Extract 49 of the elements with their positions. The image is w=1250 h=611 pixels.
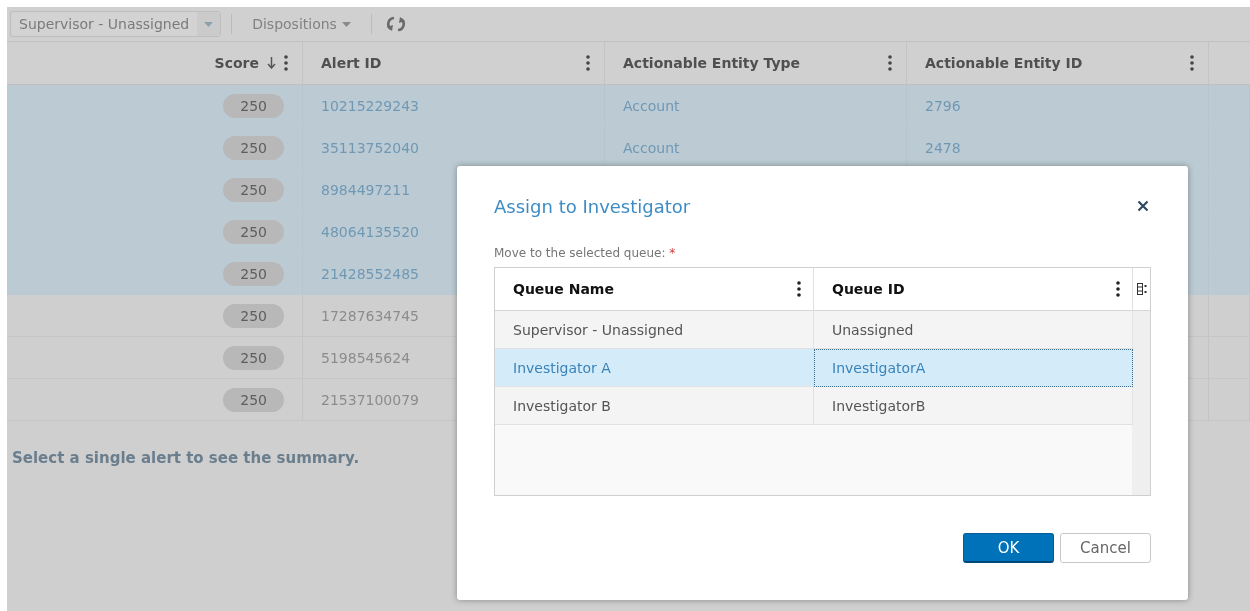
score-badge: 250: [223, 303, 284, 328]
score-badge: 250: [223, 177, 284, 202]
column-header[interactable]: Alert ID: [303, 42, 605, 84]
table-row[interactable]: 250 10215229243 Account 2796: [7, 85, 1250, 127]
kebab-menu-icon[interactable]: [797, 281, 801, 297]
dialog-title: Assign to Investigator: [494, 195, 691, 217]
table-cell: Account: [623, 97, 680, 114]
score-badge: 250: [223, 93, 284, 118]
table-cell: 17287634745: [321, 307, 419, 324]
queue-dropdown[interactable]: Supervisor - Unassigned: [10, 11, 222, 37]
table-cell: 10215229243: [321, 97, 419, 114]
cancel-button[interactable]: Cancel: [1060, 533, 1151, 563]
kebab-menu-icon[interactable]: [586, 55, 590, 71]
column-header[interactable]: Actionable Entity ID: [907, 42, 1209, 84]
table-row[interactable]: 250 35113752040 Account 2478: [7, 127, 1250, 169]
column-header[interactable]: Queue ID: [814, 268, 1133, 310]
table-cell: 5198545624: [321, 349, 411, 366]
table-cell: 8984497211: [321, 181, 411, 198]
column-header[interactable]: Actionable Entity Type: [605, 42, 907, 84]
refresh-icon[interactable]: [385, 15, 406, 33]
table-cell: 35113752040: [321, 139, 419, 156]
kebab-menu-icon[interactable]: [1116, 281, 1120, 297]
queue-row[interactable]: Investigator A InvestigatorA: [495, 349, 1150, 387]
kebab-menu-icon[interactable]: [888, 55, 892, 71]
summary-message: Select a single alert to see the summary.: [12, 449, 361, 467]
table-cell: 2796: [925, 97, 961, 114]
queue-row[interactable]: Supervisor - Unassigned Unassigned: [495, 311, 1150, 349]
score-badge: 250: [223, 345, 284, 370]
score-badge: 250: [223, 261, 284, 286]
table-cell: 21537100079: [321, 391, 419, 408]
score-badge: 250: [223, 387, 284, 412]
kebab-menu-icon[interactable]: [284, 55, 288, 71]
required-mark: *: [669, 246, 676, 260]
caret-icon: [341, 21, 351, 27]
queue-row[interactable]: Investigator B InvestigatorB: [495, 387, 1150, 425]
field-label: Move to the selected queue:: [494, 246, 666, 260]
table-cell: 48064135520: [321, 223, 419, 240]
column-header[interactable]: Score: [7, 42, 303, 84]
score-badge: 250: [223, 135, 284, 160]
score-badge: 250: [223, 219, 284, 244]
column-chooser-icon[interactable]: [1136, 283, 1147, 295]
table-cell: Account: [623, 139, 680, 156]
column-header[interactable]: Queue Name: [495, 268, 814, 310]
table-cell: 2478: [925, 139, 961, 156]
table-cell: 21428552485: [321, 265, 419, 282]
close-icon[interactable]: [1137, 200, 1149, 212]
caret-icon: [204, 21, 214, 27]
kebab-menu-icon[interactable]: [1190, 55, 1194, 71]
ok-button[interactable]: OK: [963, 533, 1054, 563]
